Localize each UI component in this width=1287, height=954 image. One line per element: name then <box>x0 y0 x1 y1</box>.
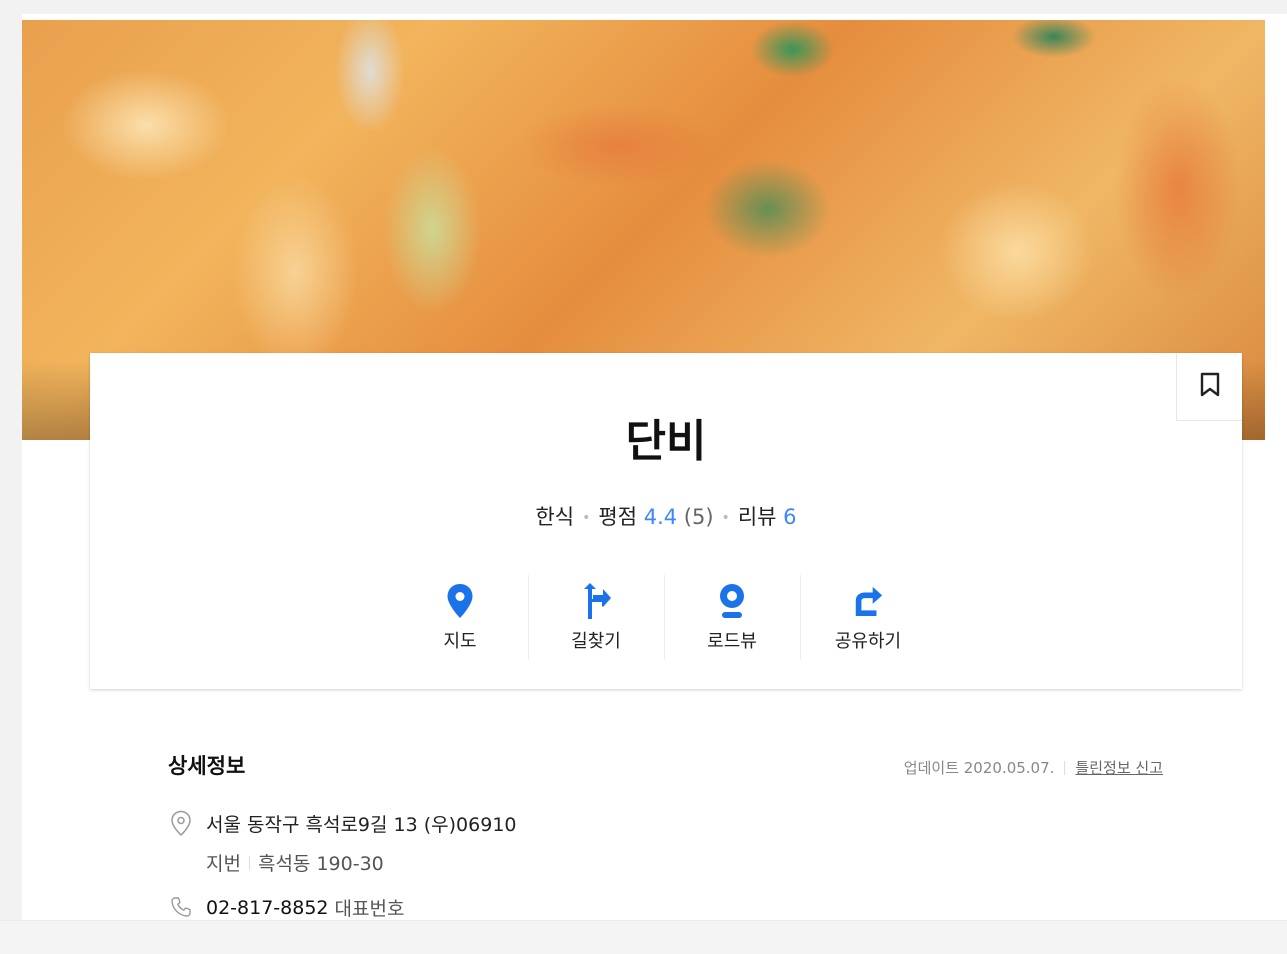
phone-row: 02-817-8852 대표번호 <box>170 894 404 921</box>
updated-date: 업데이트 2020.05.07. <box>903 759 1055 777</box>
directions-icon <box>580 583 612 619</box>
rating-count: (5) <box>683 505 714 529</box>
roadview-icon <box>716 583 748 619</box>
place-summary-card: 단비 한식 • 평점 4.4 (5) • 리뷰 6 지도 길찾기 로드뷰 공유하… <box>90 353 1242 689</box>
map-pin-icon <box>444 583 476 619</box>
update-info: 업데이트 2020.05.07. 틀린정보 신고 <box>904 757 1163 778</box>
rating-value[interactable]: 4.4 <box>644 505 677 529</box>
divider <box>1064 760 1066 775</box>
address-row: 서울 동작구 흑석로9길 13 (우)06910 지번 흑석동 190-30 <box>170 810 517 876</box>
map-button[interactable]: 지도 <box>392 575 528 659</box>
place-title: 단비 <box>625 416 707 467</box>
rating-label: 평점 <box>598 505 638 529</box>
phone-number[interactable]: 02-817-8852 <box>206 897 329 919</box>
share-icon <box>852 583 884 619</box>
divider <box>248 856 250 870</box>
road-address: 서울 동작구 흑석로9길 13 (우)06910 <box>206 814 517 836</box>
separator-dot: • <box>721 510 730 526</box>
jibun-value: 흑석동 190-30 <box>257 853 384 875</box>
share-label: 공유하기 <box>834 631 902 652</box>
location-outline-icon <box>170 810 194 837</box>
review-count[interactable]: 6 <box>783 505 796 529</box>
phone-tag: 대표번호 <box>334 898 405 920</box>
directions-button[interactable]: 길찾기 <box>528 575 664 659</box>
phone-icon <box>170 896 194 920</box>
review-label: 리뷰 <box>737 505 777 529</box>
bottom-strip <box>0 920 1287 954</box>
address-block: 서울 동작구 흑석로9길 13 (우)06910 지번 흑석동 190-30 <box>206 810 517 876</box>
directions-label: 길찾기 <box>571 631 621 652</box>
action-bar: 지도 길찾기 로드뷰 공유하기 <box>392 575 936 659</box>
map-label: 지도 <box>443 631 477 652</box>
detail-heading: 상세정보 <box>168 754 246 778</box>
separator-dot: • <box>582 510 591 526</box>
report-wrong-info-link[interactable]: 틀린정보 신고 <box>1075 757 1163 778</box>
place-meta: 한식 • 평점 4.4 (5) • 리뷰 6 <box>90 501 1242 531</box>
roadview-button[interactable]: 로드뷰 <box>664 575 800 659</box>
share-button[interactable]: 공유하기 <box>800 575 936 659</box>
jibun-address: 지번 흑석동 190-30 <box>206 849 517 876</box>
roadview-label: 로드뷰 <box>707 631 757 652</box>
category-label: 한식 <box>535 505 575 529</box>
jibun-label: 지번 <box>206 853 241 875</box>
bookmark-icon <box>1199 372 1221 402</box>
